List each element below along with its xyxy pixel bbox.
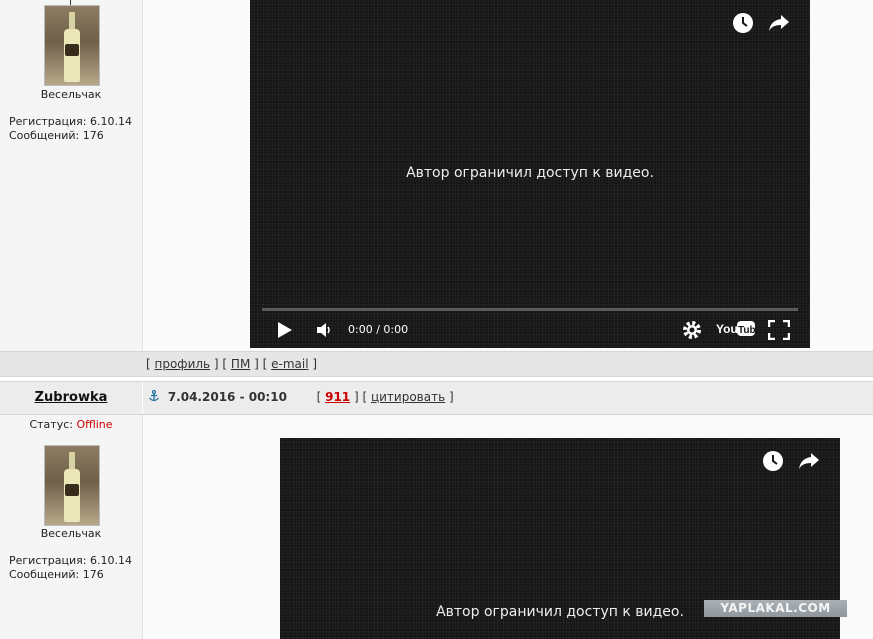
volume-icon[interactable]: [315, 321, 333, 339]
author-rank: Весельчак: [40, 88, 102, 101]
youtube-logo[interactable]: You Tube: [716, 320, 756, 338]
avatar[interactable]: [44, 5, 100, 86]
post-number-link[interactable]: 911: [325, 390, 350, 404]
watermark-logo: YAPLAKAL.COM: [704, 600, 847, 617]
registration-date: Регистрация: 6.10.14: [9, 554, 132, 567]
message-count: Сообщений: 176: [9, 568, 104, 581]
email-link[interactable]: e-mail: [271, 357, 308, 371]
bottle-icon: [63, 452, 81, 522]
pm-link[interactable]: ПМ: [231, 357, 250, 371]
fullscreen-icon[interactable]: [768, 320, 790, 340]
message-count: Сообщений: 176: [9, 129, 104, 142]
video-unavailable-message: Автор ограничил доступ к видео.: [406, 165, 654, 181]
share-icon[interactable]: [798, 451, 820, 471]
video-player[interactable]: Автор ограничил доступ к видео. 0:00 / 0…: [250, 0, 810, 348]
progress-bar[interactable]: [262, 308, 798, 311]
watch-later-icon[interactable]: [762, 450, 784, 472]
author-rank: Весельчак: [40, 527, 102, 540]
registration-date: Регистрация: 6.10.14: [9, 115, 132, 128]
play-icon[interactable]: [276, 320, 294, 340]
user-status: Статус: Offline: [29, 418, 113, 431]
avatar[interactable]: [44, 445, 100, 526]
watch-later-icon[interactable]: [732, 12, 754, 34]
post-date: 7.04.2016 - 00:10: [167, 390, 287, 404]
status-badge: Offline: [76, 418, 113, 431]
post-header: Zubrowka 7.04.2016 - 00:10 [ 911 ] [ цит…: [0, 381, 873, 415]
quote-link[interactable]: цитировать: [371, 390, 445, 404]
time-display: 0:00 / 0:00: [348, 323, 409, 336]
post-meta: 7.04.2016 - 00:10 [ 911 ] [ цитировать ]: [148, 389, 454, 404]
profile-link[interactable]: профиль: [155, 357, 211, 371]
svg-text:Tube: Tube: [738, 325, 756, 336]
settings-icon[interactable]: [682, 320, 702, 340]
post-links-bar: [ профиль ] [ ПМ ] [ e-mail ]: [0, 351, 873, 377]
bottle-icon: [63, 12, 81, 82]
post-links: [ профиль ] [ ПМ ] [ e-mail ]: [146, 357, 318, 371]
svg-text:You: You: [716, 322, 738, 336]
share-icon[interactable]: [768, 13, 790, 33]
divider: [142, 382, 143, 414]
username-link[interactable]: Zubrowka: [0, 390, 142, 405]
anchor-icon[interactable]: [148, 389, 160, 402]
